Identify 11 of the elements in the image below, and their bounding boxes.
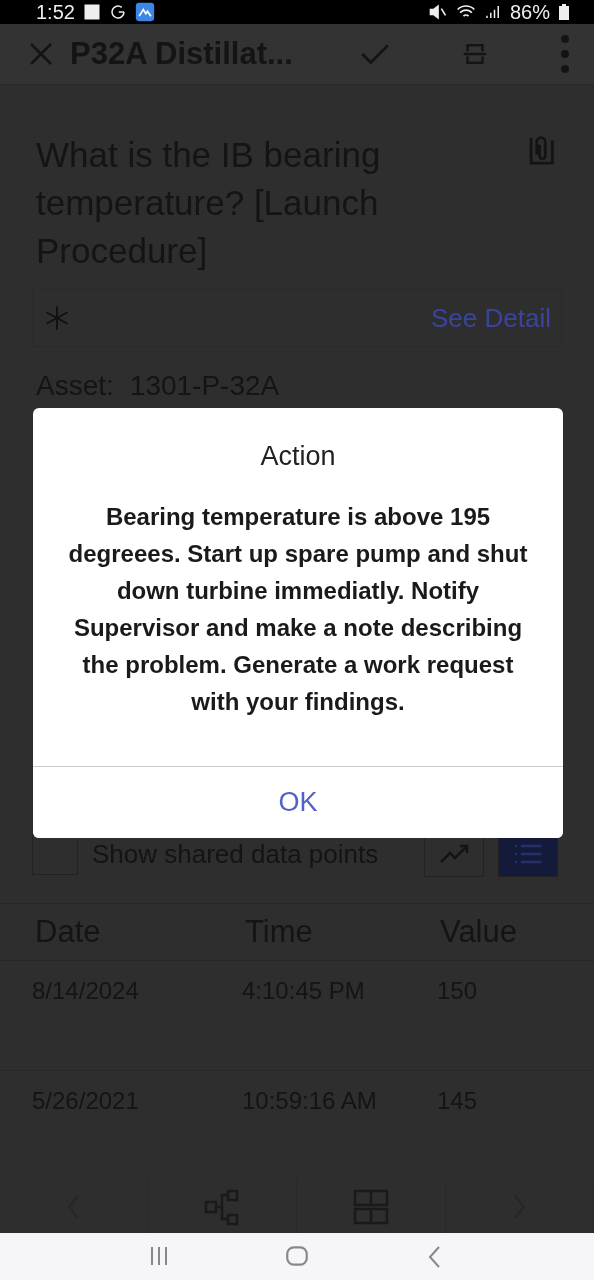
notification-icon [82,3,101,22]
ok-button[interactable]: OK [33,766,563,838]
clock: 1:52 [36,0,75,24]
app-icon [108,3,127,22]
star-icon[interactable] [43,304,71,333]
app-icon [134,2,155,23]
dialog-title: Action [259,441,337,472]
battery-icon [558,3,570,22]
dialog-message: Bearing temperature is above 195 degreees. Start up spare pump and shut down turbine immediatly. Notify Supervisor and make a note describing the problem. Generate a work request with your findings. [67,502,529,717]
battery-level: 86% [509,0,550,24]
more-icon[interactable] [558,34,572,75]
